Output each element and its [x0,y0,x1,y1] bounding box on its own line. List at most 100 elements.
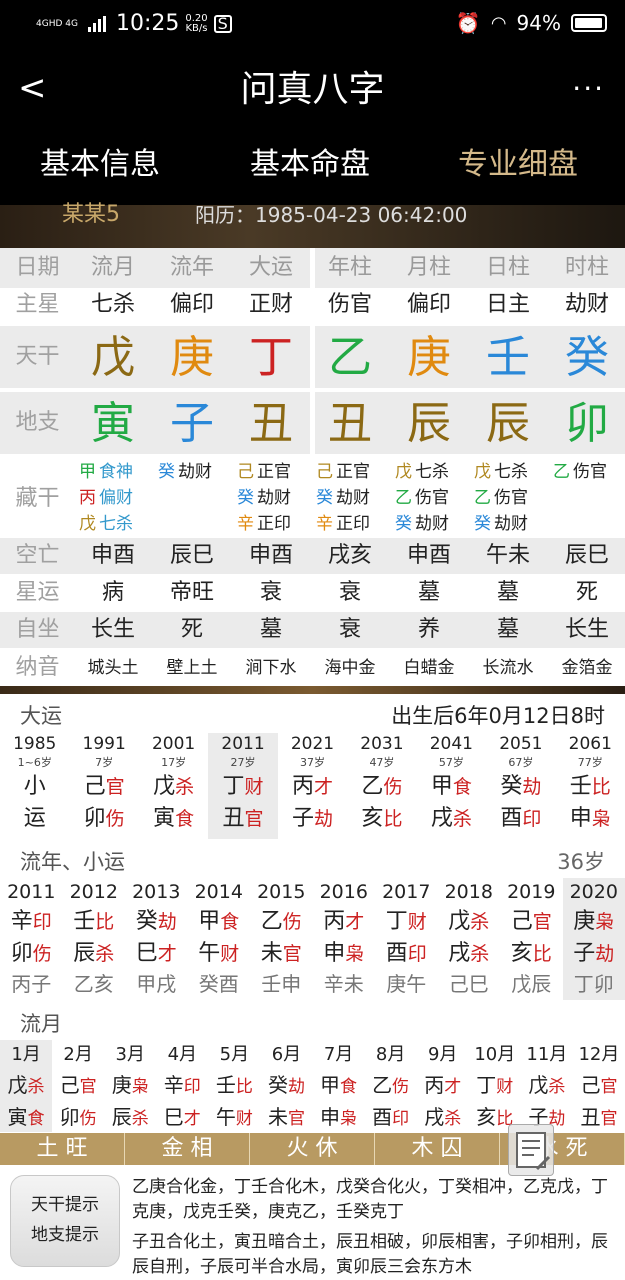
liuyue-item-4[interactable]: 5月 壬比 午财 [208,1040,260,1132]
dayun-top-char: 己 [83,774,106,799]
hint-button-dizhi: 地支提示 [31,1225,99,1245]
liunian-bot-ss: 劫 [595,943,615,965]
liunian-item-4[interactable]: 2015 乙伤 未官 壬申 [250,878,313,1000]
liunian-bot-ss: 杀 [470,943,490,965]
grid-zizuo-6: 长生 [564,617,609,642]
dayun-item-2[interactable]: 2001 17岁 戊杀 寅食 [139,733,208,839]
dayun-item-5[interactable]: 2031 47岁 乙伤 亥比 [347,733,416,839]
liuyue-month: 7月 [323,1044,354,1065]
liunian-bot: 亥比 [500,938,563,970]
liunian-xiaoyun: 己巳 [448,972,489,996]
liunian-item-7[interactable]: 2018 戊杀 戌杀 己巳 [438,878,501,1000]
liuyue-top-char: 癸 [267,1073,288,1097]
grid-zizuo-2: 墓 [259,617,282,642]
grid-zizuo-1: 死 [180,617,203,642]
liuyue-bot-ss: 印 [392,1109,410,1129]
liuyue-top-ss: 官 [600,1077,618,1097]
net-speed: 0.20 KB/s [185,13,207,34]
liuyue-top-char: 壬 [215,1073,236,1097]
dayun-item-3[interactable]: 2011 27岁 丁财 丑官 [208,733,278,839]
dayun-item-8[interactable]: 2061 77岁 壬比 申枭 [556,733,625,839]
more-icon[interactable]: ··· [572,72,605,105]
grid-xingyun-4: 墓 [417,580,440,605]
liunian-top: 丁财 [375,906,438,938]
tab-pro-chart[interactable]: 专业细盘 [458,145,578,185]
dayun-item-6[interactable]: 2041 57岁 甲食 戌杀 [417,733,486,839]
dayun-age: 17岁 [161,756,187,769]
liuyue-bot-char: 午 [215,1105,236,1129]
dizhi-hint: 子丑合化土，寅丑暗合土，辰丑相破，卯辰相害，子卯相刑，辰辰自刑，子辰可半合水局，… [132,1232,608,1277]
dayun-start: 出生后6年0月12日8时 [391,704,605,728]
liunian-bot: 卯伤 [0,938,63,970]
grid-kongwang-3: 戌亥 [327,543,372,568]
liuyue-month: 3月 [115,1044,145,1065]
tab-basic-chart[interactable]: 基本命盘 [250,145,370,185]
liunian-bot-char: 戌 [448,941,471,966]
liuyue-item-3[interactable]: 4月 辛印 巳才 [156,1040,208,1132]
canggan-stem: 辛 [237,514,254,534]
liunian-year: 2020 [569,881,618,903]
dayun-top-char: 壬 [569,774,592,799]
dayun-item-7[interactable]: 2051 67岁 癸劫 酉印 [486,733,555,839]
canggan-stem: 癸 [237,488,254,508]
liunian-bot-char: 巳 [135,941,158,966]
liuyue-top-ss: 劫 [287,1077,305,1097]
grid-nayin-0: 城头土 [87,658,139,678]
dayun-item-0[interactable]: 1985 1~6岁小运 [0,733,69,839]
grid-zizuo-5: 墓 [496,617,519,642]
liunian-title: 流年、小运 [20,850,125,874]
dayun-item-1[interactable]: 1991 7岁 己官 卯伤 [69,733,138,839]
liunian-item-0[interactable]: 2011 辛印 卯伤 丙子 [0,878,63,1000]
grid-canggan-2-2: 辛正印 [237,512,309,537]
liunian-item-6[interactable]: 2017 丁财 酉印 庚午 [375,878,438,1000]
grid-canggan-4-0: 戊七杀 [395,460,467,485]
dayun-top-ss: 才 [313,776,333,798]
grid-label-star: 主星 [15,292,60,317]
liuyue-item-10[interactable]: 11月 戊杀 子劫 [521,1040,573,1132]
grid-nayin-5: 长流水 [482,658,534,678]
liunian-item-1[interactable]: 2012 壬比 辰杀 乙亥 [63,878,126,1000]
liuyue-month: 8月 [375,1044,406,1065]
liunian-item-9[interactable]: 2020 庚枭 子劫 丁卯 [562,878,625,1000]
liuyue-bot-ss: 官 [600,1109,618,1129]
liuyue-top-ss: 杀 [548,1077,566,1097]
grid-canggan-3-1: 癸劫财 [316,486,388,511]
canggan-shishen: 伤官 [415,488,449,508]
status-bar: 4GHD 4G 10:25 0.20 KB/s S ⏰ ◠ 94% [0,0,625,50]
tab-basic-info[interactable]: 基本信息 [40,145,160,185]
liunian-item-8[interactable]: 2019 己官 亥比 戊辰 [500,878,563,1000]
liuyue-item-11[interactable]: 12月 己官 丑官 [573,1040,625,1132]
canggan-shishen: 七杀 [99,514,133,534]
grid-canggan-2-1: 癸劫财 [237,486,309,511]
dayun-top-ss: 杀 [175,776,195,798]
canggan-shishen: 伤官 [573,462,607,482]
canggan-shishen: 食神 [99,462,133,482]
liuyue-item-2[interactable]: 3月 庚枭 辰杀 [104,1040,156,1132]
canggan-stem: 乙 [474,488,491,508]
dayun-top: 丙才 [278,771,347,803]
grid-canggan-0-2: 戊七杀 [79,512,151,537]
liunian-top: 辛印 [0,906,63,938]
liunian-item-2[interactable]: 2013 癸劫 巳才 甲戌 [125,878,188,1000]
liuyue-item-6[interactable]: 7月 甲食 申枭 [313,1040,365,1132]
hint-toggle-button[interactable]: 天干提示 地支提示 [10,1175,120,1267]
liuyue-item-9[interactable]: 10月 丁财 亥比 [469,1040,521,1132]
section-divider [0,686,625,694]
liuyue-item-7[interactable]: 8月 乙伤 酉印 [365,1040,417,1132]
liuyue-bot-ss: 食 [27,1109,45,1129]
liunian-item-5[interactable]: 2016 丙才 申枭 辛未 [313,878,376,1000]
liuyue-item-0[interactable]: 1月 戊杀 寅食 [0,1040,53,1132]
dayun-item-4[interactable]: 2021 37岁 丙才 子劫 [278,733,347,839]
liuyue-month: 4月 [167,1044,198,1065]
liuyue-item-5[interactable]: 6月 癸劫 未官 [260,1040,312,1132]
canggan-stem: 乙 [395,488,412,508]
dayun-year: 1991 [82,734,126,754]
note-icon[interactable] [508,1124,554,1176]
dayun-bot-ss: 官 [244,808,264,830]
liunian-item-3[interactable]: 2014 甲食 午财 癸酉 [188,878,251,1000]
liuyue-item-1[interactable]: 2月 己官 卯伤 [52,1040,104,1132]
liuyue-item-8[interactable]: 9月 丙才 戌杀 [417,1040,469,1132]
liuyue-title: 流月 [20,1012,62,1036]
grid-head-1: 流年 [169,255,214,280]
liunian-top-char: 癸 [135,909,158,934]
